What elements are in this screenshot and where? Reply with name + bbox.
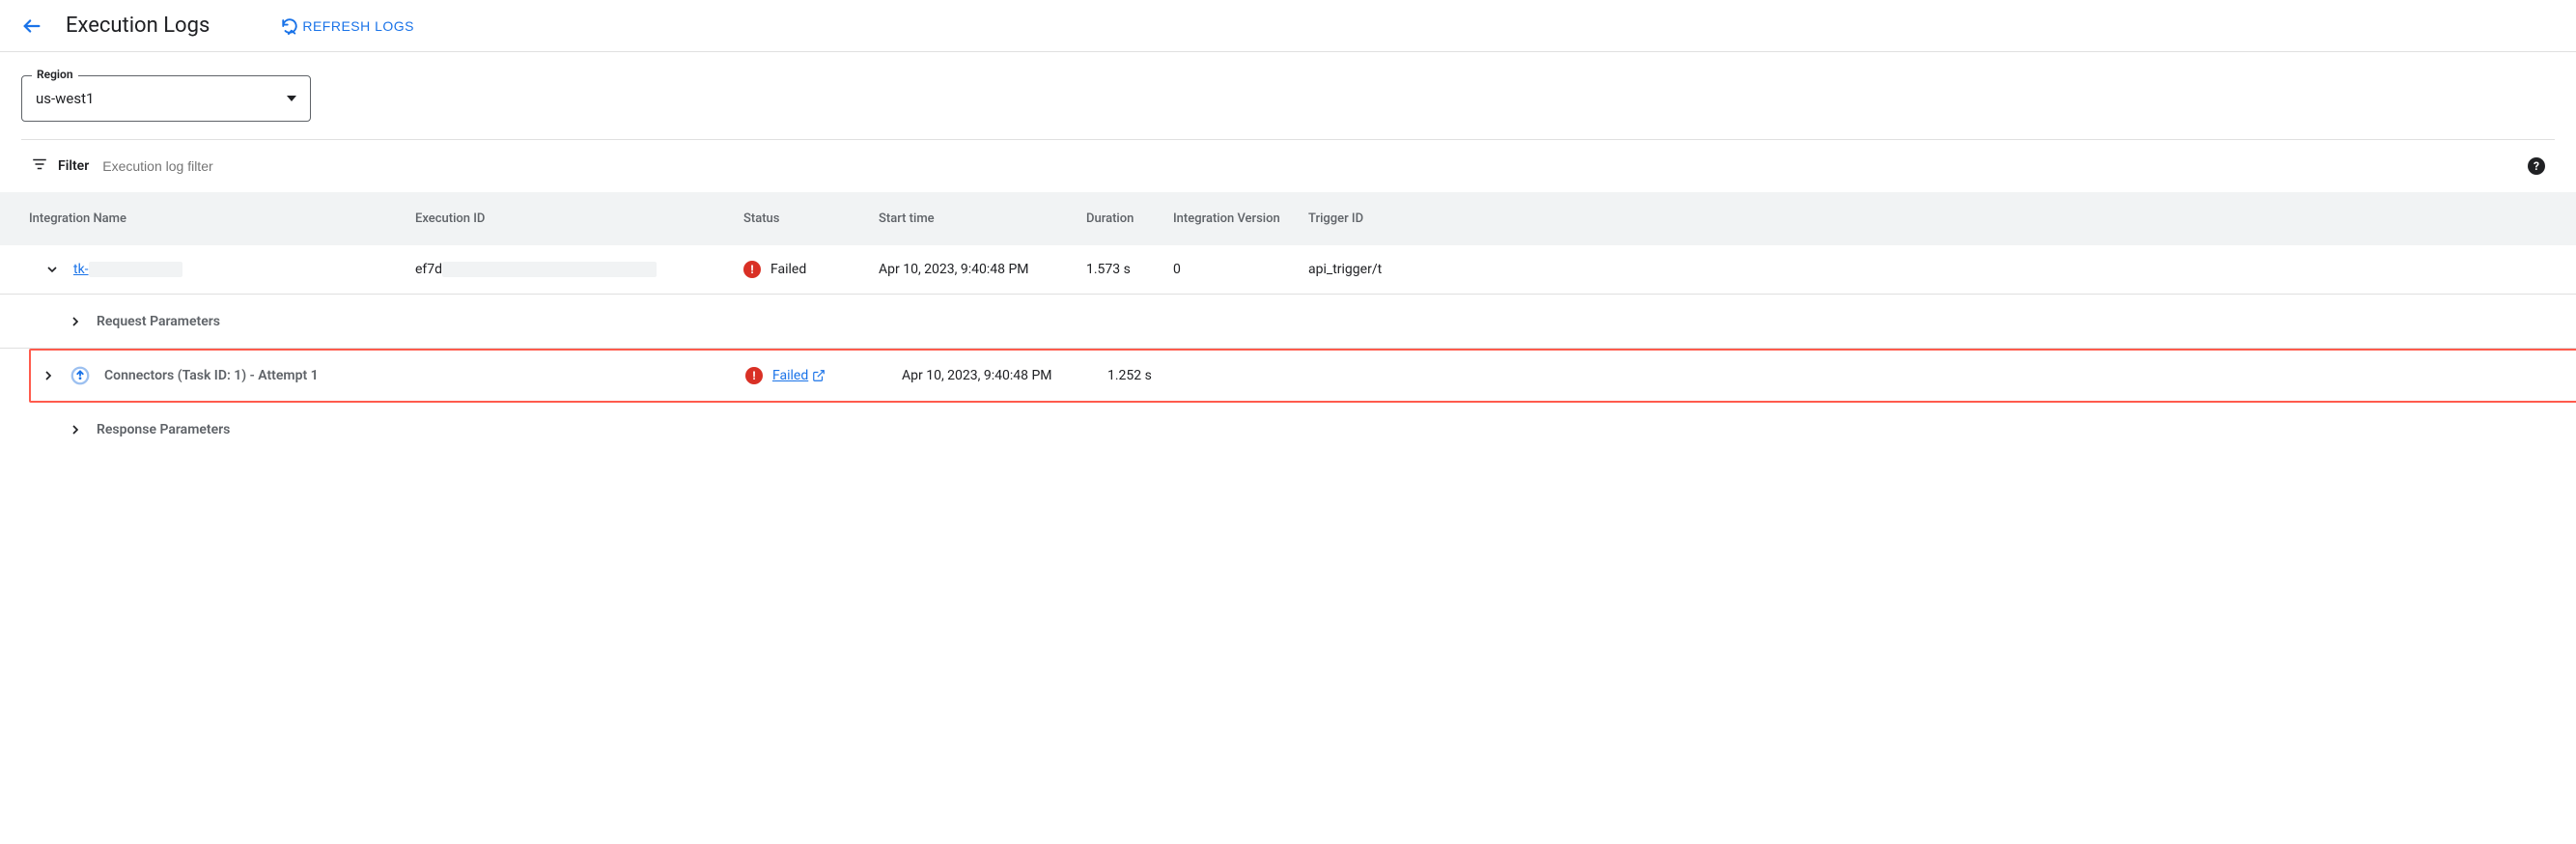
version-cell: 0 (1173, 246, 1308, 293)
connectors-duration: 1.252 s (1088, 352, 1175, 399)
region-value: us-west1 (36, 90, 94, 107)
error-icon: ! (743, 261, 761, 278)
filter-input[interactable] (102, 158, 2514, 174)
execution-id-cell: ef7dxxxxxxxxxxxxxxxxxxxxxxxxxxxxxxxx (415, 246, 743, 293)
region-select-wrap: Region us-west1 (0, 52, 2576, 139)
back-arrow-icon[interactable] (21, 15, 42, 37)
logs-table: Integration Name Execution ID Status Sta… (0, 192, 2576, 457)
external-link-icon (812, 369, 826, 382)
expand-connectors-icon[interactable] (41, 368, 56, 383)
region-select[interactable]: Region us-west1 (21, 75, 311, 122)
filter-label: Filter (58, 158, 89, 174)
status-cell: ! Failed (743, 245, 879, 294)
th-execution-id: Execution ID (415, 192, 743, 245)
table-header: Integration Name Execution ID Status Sta… (0, 192, 2576, 245)
help-icon[interactable]: ? (2528, 157, 2545, 175)
connectors-start-time: Apr 10, 2023, 9:40:48 PM (881, 352, 1088, 399)
connectors-row: Connectors (Task ID: 1) - Attempt 1 ! Fa… (29, 349, 2576, 403)
table-row: tk-xxxxxxxxxxxxxx ef7dxxxxxxxxxxxxxxxxxx… (0, 245, 2576, 295)
region-field-label: Region (32, 68, 78, 81)
response-parameters-row: Response Parameters (0, 403, 2576, 457)
th-integration-version: Integration Version (1173, 192, 1308, 245)
dropdown-caret-icon (287, 96, 296, 101)
filter-bar: Filter ? (21, 139, 2555, 192)
error-icon: ! (745, 367, 763, 384)
integration-name-link[interactable]: tk-xxxxxxxxxxxxxx (73, 262, 182, 277)
th-status: Status (743, 192, 879, 245)
page-header: Execution Logs REFRESH LOGS (0, 0, 2576, 52)
connectors-label: Connectors (Task ID: 1) - Attempt 1 (104, 368, 319, 383)
duration-cell: 1.573 s (1086, 246, 1173, 293)
connectors-status-cell: ! Failed (745, 352, 881, 400)
request-parameters-row: Request Parameters (0, 295, 2576, 349)
refresh-logs-button[interactable]: REFRESH LOGS (281, 17, 414, 35)
trigger-id-cell: api_trigger/t (1308, 246, 1521, 293)
th-integration-name: Integration Name (29, 192, 415, 245)
page-title: Execution Logs (66, 14, 210, 38)
expand-row-icon[interactable] (44, 262, 60, 277)
connector-icon (70, 365, 91, 386)
expand-response-params-icon[interactable] (68, 422, 83, 437)
th-trigger-id: Trigger ID (1308, 192, 1521, 245)
request-parameters-label: Request Parameters (97, 314, 220, 329)
filter-icon (31, 155, 48, 177)
expand-request-params-icon[interactable] (68, 314, 83, 329)
response-parameters-label: Response Parameters (97, 422, 230, 437)
refresh-icon (281, 17, 298, 35)
th-start-time: Start time (879, 192, 1086, 245)
start-time-cell: Apr 10, 2023, 9:40:48 PM (879, 246, 1086, 293)
connectors-failed-link[interactable]: Failed (772, 368, 826, 383)
th-duration: Duration (1086, 192, 1173, 245)
